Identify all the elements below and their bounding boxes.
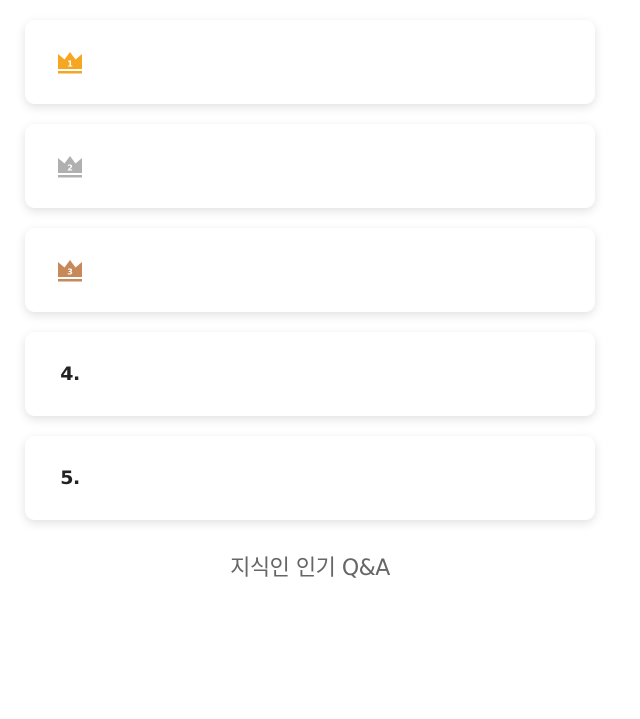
ranking-item-3[interactable]: 3 <box>25 228 595 312</box>
bronze-crown-icon: 3 <box>58 260 82 282</box>
ranking-item-2[interactable]: 2 <box>25 124 595 208</box>
ranking-item-5[interactable]: 5. <box>25 436 595 520</box>
silver-crown-icon: 2 <box>58 156 82 178</box>
ranking-item-1[interactable]: 1 <box>25 20 595 104</box>
gold-crown-icon: 1 <box>58 52 82 74</box>
crown-rank-label: 1 <box>67 60 73 69</box>
ranking-list: 1 2 3 4. 5. <box>25 20 595 540</box>
rank-number: 5. <box>60 467 80 489</box>
crown-rank-label: 3 <box>67 268 73 277</box>
section-title: 지식인 인기 Q&A <box>230 556 390 581</box>
ranking-item-4[interactable]: 4. <box>25 332 595 416</box>
crown-rank-label: 2 <box>67 164 73 173</box>
rank-number: 4. <box>60 363 80 385</box>
